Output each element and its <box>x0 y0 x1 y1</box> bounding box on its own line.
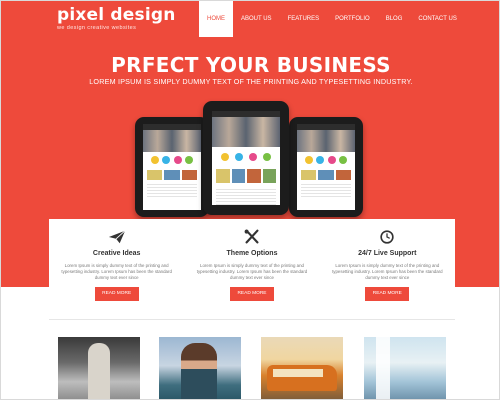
portrait-photo[interactable] <box>58 337 140 399</box>
vintage-bus-photo[interactable] <box>261 337 343 399</box>
logo[interactable]: pixel design we design creative websites <box>57 5 176 32</box>
tablet-mockup-center <box>203 101 289 215</box>
feature-creative-ideas: Creative Ideas Lorem Ipsum is simply dum… <box>49 219 184 313</box>
feature-title: Creative Ideas <box>92 250 141 257</box>
logo-title: pixel design <box>57 5 176 25</box>
logo-tagline: we design creative websites <box>57 25 137 31</box>
feature-text: Lorem Ipsum is simply dummy text of the … <box>196 263 308 280</box>
nav-blog[interactable]: BLOG <box>378 1 411 37</box>
tools-icon <box>244 229 259 244</box>
feature-text: Lorem Ipsum is simply dummy text of the … <box>61 263 172 280</box>
clock-icon <box>380 230 394 244</box>
hero-title: PRFECT YOUR BUSINESS <box>111 53 391 77</box>
site-header: pixel design we design creative websites… <box>1 1 499 37</box>
read-more-button[interactable]: READ MORE <box>229 287 274 301</box>
read-more-button[interactable]: READ MORE <box>365 287 410 301</box>
main-nav: HOME ABOUT US FEATURES PORTFOLIO BLOG CO… <box>199 1 465 37</box>
hero-subtitle: LOREM IPSUM IS SIMPLY DUMMY TEXT OF THE … <box>89 77 413 86</box>
nav-home[interactable]: HOME <box>199 1 233 37</box>
feature-theme-options: Theme Options Lorem Ipsum is simply dumm… <box>184 219 319 313</box>
feature-title: Theme Options <box>226 250 278 257</box>
tablet-mockup-right <box>289 117 363 217</box>
portfolio-gallery <box>58 337 446 399</box>
page-frame: pixel design we design creative websites… <box>0 0 500 400</box>
fashion-photo[interactable] <box>159 337 241 399</box>
features-panel: Creative Ideas Lorem Ipsum is simply dum… <box>49 219 455 313</box>
feature-title: 24/7 Live Support <box>358 250 417 257</box>
tablet-mockup-left <box>135 117 209 217</box>
nav-portfolio[interactable]: PORTFOLIO <box>327 1 378 37</box>
feature-text: Lorem Ipsum is simply dummy text of the … <box>332 263 443 280</box>
beach-window-photo[interactable] <box>364 337 446 399</box>
nav-about-us[interactable]: ABOUT US <box>233 1 280 37</box>
nav-features[interactable]: FEATURES <box>280 1 328 37</box>
feature-live-support: 24/7 Live Support Lorem Ipsum is simply … <box>320 219 455 313</box>
read-more-button[interactable]: READ MORE <box>94 287 139 301</box>
nav-contact-us[interactable]: CONTACT US <box>410 1 464 37</box>
section-divider <box>49 319 455 320</box>
paper-plane-icon <box>108 230 126 244</box>
